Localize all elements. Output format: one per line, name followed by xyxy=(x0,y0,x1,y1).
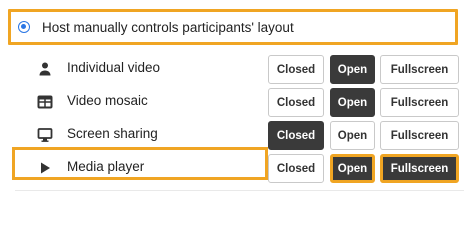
host-layout-radio[interactable] xyxy=(18,21,30,33)
closed-button[interactable]: Closed xyxy=(268,154,324,183)
row-label: Video mosaic xyxy=(67,93,148,108)
row-label: Individual video xyxy=(67,60,161,75)
host-layout-label: Host manually controls participants' lay… xyxy=(42,19,294,35)
row-label: Screen sharing xyxy=(67,126,158,141)
open-button[interactable]: Open xyxy=(330,154,375,183)
host-controls-layout-option[interactable]: Host manually controls participants' lay… xyxy=(8,9,458,45)
closed-button[interactable]: Closed xyxy=(268,55,324,84)
fullscreen-button[interactable]: Fullscreen xyxy=(380,121,459,150)
fullscreen-button[interactable]: Fullscreen xyxy=(380,55,459,84)
person-icon xyxy=(39,62,51,76)
row-individual-video: Individual video Closed Open Fullscreen xyxy=(15,54,464,84)
open-button[interactable]: Open xyxy=(330,88,375,117)
row-video-mosaic: Video mosaic Closed Open Fullscreen xyxy=(15,87,464,117)
grid-icon xyxy=(37,95,53,109)
fullscreen-button[interactable]: Fullscreen xyxy=(380,88,459,117)
row-screen-sharing: Screen sharing Closed Open Fullscreen xyxy=(15,120,464,150)
bottom-divider xyxy=(15,190,464,191)
closed-button[interactable]: Closed xyxy=(268,121,324,150)
fullscreen-button[interactable]: Fullscreen xyxy=(380,154,459,183)
monitor-icon xyxy=(37,128,53,142)
open-button[interactable]: Open xyxy=(330,121,375,150)
closed-button[interactable]: Closed xyxy=(268,88,324,117)
media-player-highlight xyxy=(12,147,268,180)
open-button[interactable]: Open xyxy=(330,55,375,84)
